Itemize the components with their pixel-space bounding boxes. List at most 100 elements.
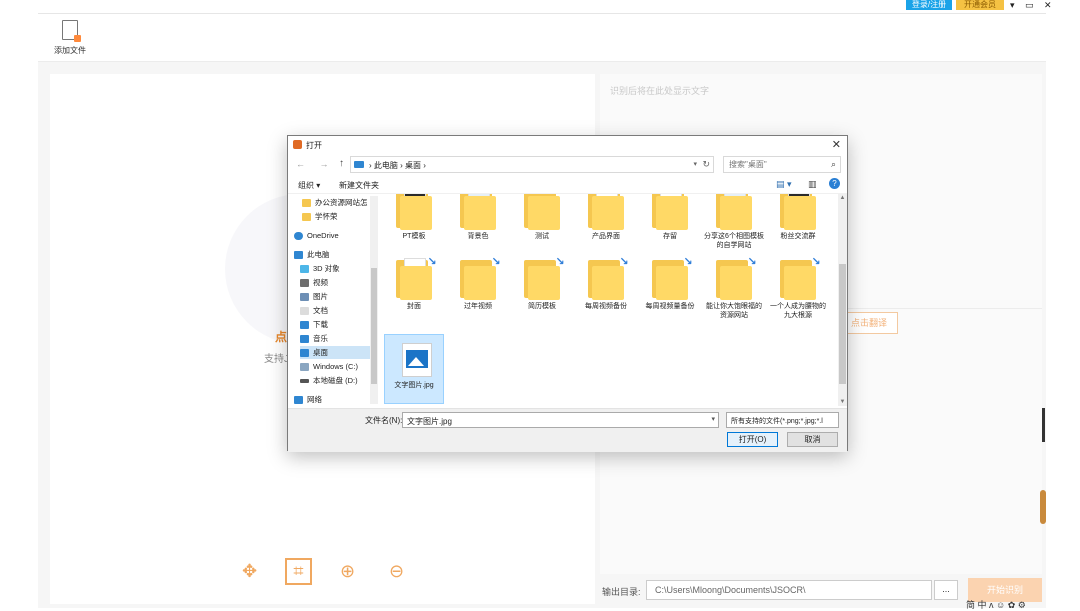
nav-item-label: 文档 xyxy=(313,306,328,315)
folder-shortcut-icon: ↘ xyxy=(390,256,438,300)
login-button[interactable]: 登录/注册 xyxy=(906,0,952,10)
folder-item[interactable]: ↘ 每周视频量备份 xyxy=(640,256,700,311)
back-forward-icon[interactable]: ← → xyxy=(296,159,335,169)
file-name: 存留 xyxy=(663,233,677,240)
folder-icon xyxy=(302,198,311,207)
search-input[interactable] xyxy=(724,157,824,172)
file-name: 测试 xyxy=(535,233,549,240)
preview-pane-icon[interactable]: ▥ xyxy=(808,179,817,190)
scroll-up-icon[interactable]: ▲ xyxy=(838,195,847,201)
navigation-pane: 办公资源网站怎 学怀荣 OneDrive 此电脑 3D 对象 视频 图片 文档 … xyxy=(294,194,378,406)
window-controls[interactable]: ▾ ▭ ✕ xyxy=(1010,0,1056,11)
folder-item[interactable]: 粉丝交流群 xyxy=(768,194,828,241)
folder-item[interactable]: ↘ 封面 xyxy=(384,256,444,311)
folder-item[interactable]: 存留 xyxy=(640,194,700,241)
browse-button[interactable]: ... xyxy=(934,580,958,600)
folder-shortcut-icon: ↘ xyxy=(710,256,758,300)
nav-item-desktop[interactable]: 桌面 xyxy=(300,346,378,359)
folder-item[interactable]: PT模板 xyxy=(384,194,444,241)
file-list-scrollbar[interactable]: ▲ ▼ xyxy=(838,194,847,406)
move-icon[interactable]: ✥ xyxy=(236,558,263,585)
click-hint: 点 xyxy=(275,330,288,344)
address-bar[interactable]: › 此电脑 › 桌面 › ▾ ↻ xyxy=(350,156,714,173)
file-type-select[interactable]: 所有支持的文件(*.png;*.jpg;*.l xyxy=(726,412,839,428)
zoom-in-icon[interactable]: ⊕ xyxy=(334,558,361,585)
file-name: 产品界面 xyxy=(592,233,620,240)
up-icon[interactable]: ↑ xyxy=(339,158,344,169)
output-path-field[interactable]: C:\Users\Mloong\Documents\JSOCR\ xyxy=(646,580,932,600)
nav-item-label: 桌面 xyxy=(313,348,328,357)
folder-item[interactable]: ↘ 一个人成为腰物的九大根源 xyxy=(768,256,828,320)
zoom-out-icon[interactable]: ⊖ xyxy=(383,558,410,585)
app-icon xyxy=(293,140,302,149)
chevron-down-icon[interactable]: ▾ xyxy=(711,415,715,423)
scroll-down-icon[interactable]: ▼ xyxy=(838,399,847,405)
folder-shortcut-icon: ↘ xyxy=(774,256,822,300)
ime-indicator[interactable]: 简 中 ʌ ☺ ✿ ⚙ xyxy=(966,598,1026,611)
support-hint: 支持J xyxy=(264,354,289,365)
folder-item[interactable]: ↘ 简历模板 xyxy=(512,256,572,311)
selected-image-file[interactable]: 文字图片.jpg xyxy=(384,334,444,404)
nav-item-documents[interactable]: 文档 xyxy=(300,304,328,317)
file-list: PT模板 背景色 测试 产品界面 存留 分享这6个相图模板的自学网站 粉丝交流群 xyxy=(382,194,834,406)
folder-icon xyxy=(518,194,566,230)
view-options-icon[interactable]: ▤ ▾ xyxy=(776,179,792,190)
nav-scrollbar[interactable] xyxy=(370,196,378,404)
computer-icon xyxy=(294,250,303,259)
output-label: 输出目录: xyxy=(602,587,641,597)
translate-button[interactable]: 点击翻译 xyxy=(840,312,898,334)
file-name: 每周视频量备份 xyxy=(645,303,695,310)
nav-item-videos[interactable]: 视频 xyxy=(300,276,328,289)
add-file-label: 添加文件 xyxy=(54,46,86,55)
nav-item-pictures[interactable]: 图片 xyxy=(300,290,328,303)
nav-item-onedrive[interactable]: OneDrive xyxy=(294,229,339,242)
folder-item[interactable]: 分享这6个相图模板的自学网站 xyxy=(704,194,764,250)
help-icon[interactable]: ? xyxy=(829,178,840,189)
nav-item-label: 办公资源网站怎 xyxy=(315,198,368,207)
filename-label: 文件名(N): xyxy=(365,416,403,425)
crop-icon[interactable]: ⌗ xyxy=(285,558,312,585)
nav-item-music[interactable]: 音乐 xyxy=(300,332,328,345)
computer-icon xyxy=(354,161,364,168)
nav-item-label: 3D 对象 xyxy=(313,264,340,273)
search-icon: ⌕ xyxy=(830,159,836,169)
cloud-icon xyxy=(294,231,303,240)
network-icon xyxy=(294,395,303,404)
search-box[interactable]: ⌕ xyxy=(723,156,841,173)
organize-menu[interactable]: 组织 ▾ xyxy=(298,180,320,191)
edge-color-mark xyxy=(1040,490,1046,524)
new-folder-button[interactable]: 新建文件夹 xyxy=(339,180,379,191)
title-divider xyxy=(38,13,1046,14)
nav-item-drive-d[interactable]: 本地磁盘 (D:) xyxy=(300,374,358,387)
vip-button[interactable]: 开通会员 xyxy=(956,0,1004,10)
nav-item-office-resources[interactable]: 办公资源网站怎 xyxy=(302,196,368,209)
image-file-icon xyxy=(390,335,438,379)
music-icon xyxy=(300,334,309,343)
nav-item-downloads[interactable]: 下载 xyxy=(300,318,328,331)
folder-item[interactable]: ↘ 每周视频备份 xyxy=(576,256,636,311)
file-name: 能让你大饱眼福的资源网站 xyxy=(706,303,762,319)
folder-item[interactable]: 产品界面 xyxy=(576,194,636,241)
breadcrumb[interactable]: › 此电脑 › 桌面 › xyxy=(369,160,426,171)
nav-item-network[interactable]: 网络 xyxy=(294,393,322,406)
cancel-button[interactable]: 取消 xyxy=(787,432,838,447)
folder-item[interactable]: 背景色 xyxy=(448,194,508,241)
folder-item[interactable]: ↘ 过年视频 xyxy=(448,256,508,311)
folder-icon xyxy=(302,212,311,221)
folder-item[interactable]: 测试 xyxy=(512,194,572,241)
open-button[interactable]: 打开(O) xyxy=(727,432,778,447)
folder-icon xyxy=(454,194,502,230)
close-icon[interactable]: ✕ xyxy=(832,138,841,151)
nav-scroll-thumb[interactable] xyxy=(371,268,377,384)
refresh-icon[interactable]: ↻ xyxy=(702,159,710,170)
filename-input[interactable]: 文字图片.jpg ▾ xyxy=(402,412,719,428)
nav-item-xuehuairong[interactable]: 学怀荣 xyxy=(302,210,338,223)
nav-item-drive-c[interactable]: Windows (C:) xyxy=(300,360,358,373)
add-file-button[interactable]: 添加文件 xyxy=(52,20,88,56)
nav-item-this-pc[interactable]: 此电脑 xyxy=(294,248,330,261)
file-scroll-thumb[interactable] xyxy=(839,264,846,384)
folder-shortcut-icon: ↘ xyxy=(646,256,694,300)
folder-item[interactable]: ↘ 能让你大饱眼福的资源网站 xyxy=(704,256,764,320)
chevron-down-icon[interactable]: ▾ xyxy=(693,160,697,168)
nav-item-3d-objects[interactable]: 3D 对象 xyxy=(300,262,340,275)
